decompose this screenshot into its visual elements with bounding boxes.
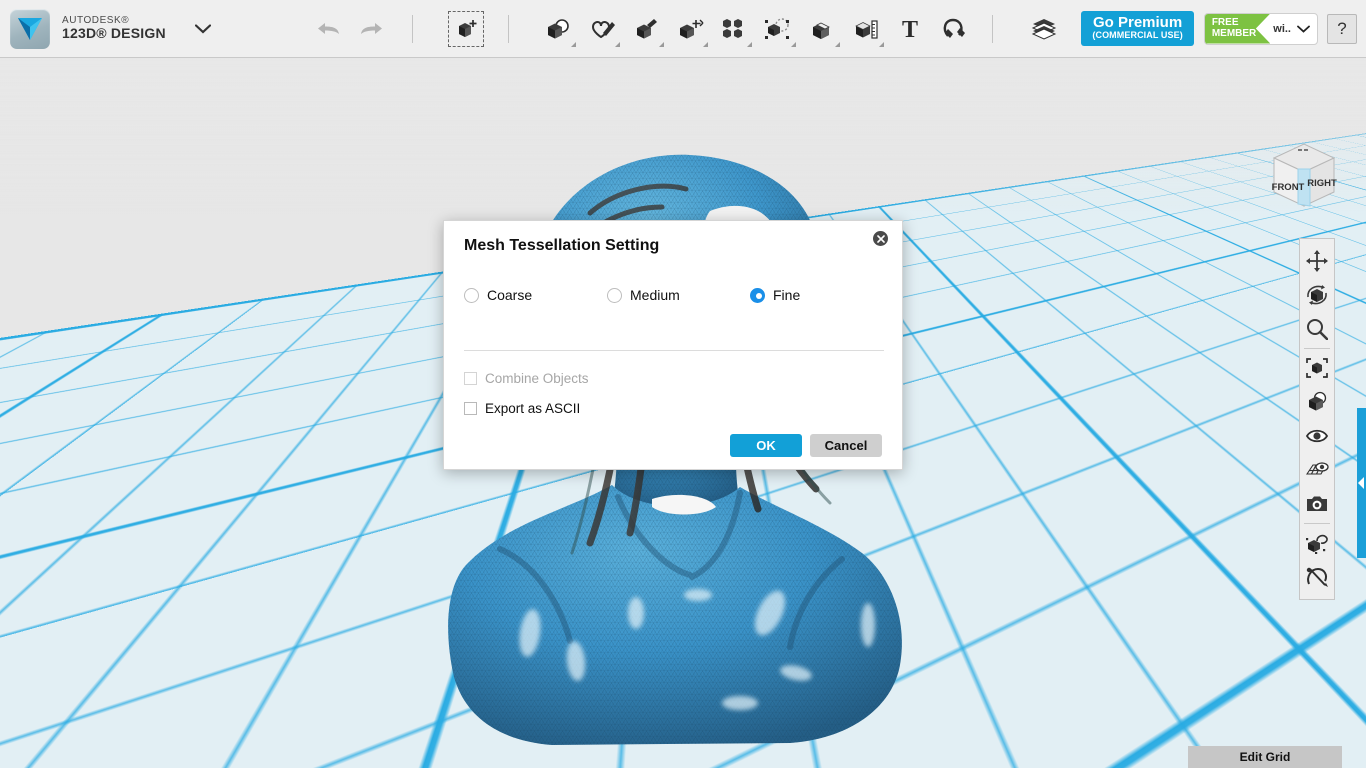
redo-button[interactable] <box>350 7 394 51</box>
autodesk-logo-icon <box>10 8 50 49</box>
radio-indicator <box>464 287 479 303</box>
combine-tool-button[interactable] <box>800 7 844 51</box>
construct-tool-button[interactable] <box>624 7 668 51</box>
viewcube-right-label: RIGHT <box>1307 178 1337 189</box>
username-label: wi.. <box>1273 22 1291 35</box>
view-cube[interactable]: FRONT RIGHT <box>1262 136 1346 218</box>
brand-area: AUTODESK® 123D® DESIGN <box>0 8 214 49</box>
checkbox-export-as-ascii[interactable]: Export as ASCII <box>464 401 580 416</box>
radio-indicator-selected <box>750 287 765 303</box>
modeling-tool-group: T <box>536 7 976 51</box>
account-menu[interactable]: FREE MEMBER wi.. <box>1203 12 1318 45</box>
history-group <box>306 7 394 51</box>
flyout-indicator-icon <box>614 41 620 47</box>
camera-tool-button[interactable] <box>1300 487 1334 521</box>
visual-style-tool-button[interactable] <box>1300 385 1334 419</box>
toolbar-divider <box>411 14 413 43</box>
toolbar-divider-2 <box>1304 523 1330 524</box>
dialog-button-row: OK Cancel <box>730 434 882 457</box>
help-label: ? <box>1337 18 1347 38</box>
pattern-tool-button[interactable] <box>712 7 756 51</box>
svg-text:T: T <box>902 17 918 41</box>
measure-tool-button[interactable] <box>844 7 888 51</box>
checkbox-indicator <box>464 372 477 385</box>
chevron-down-icon[interactable] <box>192 18 214 40</box>
toolbar-divider-2 <box>507 14 509 43</box>
brand-product-label: 123D® DESIGN <box>62 25 166 42</box>
grid-controls: Edit Grid 1 Linear Snap 1 Angular Snap <box>1188 746 1342 768</box>
chevron-down-icon[interactable] <box>1295 20 1317 38</box>
checkbox-indicator <box>464 402 477 415</box>
radio-option-coarse[interactable]: Coarse <box>464 287 607 303</box>
checkbox-combine-objects[interactable]: Combine Objects <box>464 371 589 386</box>
flyout-indicator-icon <box>834 41 840 47</box>
pan-tool-button[interactable] <box>1300 244 1334 278</box>
visibility-tool-button[interactable] <box>1300 419 1334 453</box>
checkbox-label: Combine Objects <box>485 371 589 386</box>
viewcube-front-label: FRONT <box>1272 182 1305 193</box>
grouping-tool-button[interactable] <box>756 7 800 51</box>
sketch-tool-button[interactable] <box>580 7 624 51</box>
transform-tool-button[interactable] <box>444 7 488 51</box>
radio-label: Coarse <box>487 287 533 303</box>
mesh-tessellation-dialog: Mesh Tessellation Setting Coarse Medium … <box>443 220 903 470</box>
radio-label: Fine <box>773 287 801 303</box>
cancel-button[interactable]: Cancel <box>810 434 882 457</box>
dialog-title: Mesh Tessellation Setting <box>464 237 660 254</box>
membership-badge: FREE MEMBER <box>1204 13 1271 44</box>
effects-tool-button[interactable] <box>1300 560 1334 594</box>
radio-option-fine[interactable]: Fine <box>750 287 800 303</box>
selection-marquee-icon <box>447 10 484 47</box>
primitives-tool-button[interactable] <box>536 7 580 51</box>
tessellation-quality-group: Coarse Medium Fine <box>464 287 884 303</box>
zoom-tool-button[interactable] <box>1300 312 1334 346</box>
material-tool-button[interactable] <box>1022 7 1066 51</box>
orbit-tool-button[interactable] <box>1300 278 1334 312</box>
toolbar-divider-3 <box>991 14 993 43</box>
flyout-indicator-icon <box>746 41 752 47</box>
flyout-indicator-icon <box>790 41 796 47</box>
membership-tier-line1: FREE <box>1211 17 1239 28</box>
flyout-indicator-icon <box>570 41 576 47</box>
undo-button[interactable] <box>306 7 350 51</box>
radio-label: Medium <box>630 287 680 303</box>
radio-indicator <box>607 287 622 303</box>
help-button[interactable]: ? <box>1327 13 1357 44</box>
flyout-indicator-icon <box>702 41 708 47</box>
radio-option-medium[interactable]: Medium <box>607 287 750 303</box>
go-premium-title: Go Premium <box>1093 13 1183 31</box>
dialog-divider <box>464 350 884 351</box>
flyout-indicator-icon <box>658 41 664 47</box>
go-premium-subtitle: (COMMERCIAL USE) <box>1092 30 1183 41</box>
application-toolbar: AUTODESK® 123D® DESIGN T Go Premium (COM… <box>0 0 1366 58</box>
edit-grid-button[interactable]: Edit Grid <box>1188 746 1342 768</box>
text-tool-button[interactable]: T <box>888 7 932 51</box>
fit-tool-button[interactable] <box>1300 351 1334 385</box>
membership-tier-line2: MEMBER <box>1211 27 1257 39</box>
go-premium-button[interactable]: Go Premium (COMMERCIAL USE) <box>1081 10 1194 47</box>
close-icon[interactable] <box>873 231 888 246</box>
snap-tool-button[interactable] <box>932 7 976 51</box>
ok-button[interactable]: OK <box>730 434 802 457</box>
view-navigation-toolbar <box>1299 238 1335 600</box>
flyout-indicator-icon <box>878 41 884 47</box>
material-view-tool-button[interactable] <box>1300 526 1334 560</box>
modify-tool-button[interactable] <box>668 7 712 51</box>
checkbox-label: Export as ASCII <box>485 401 581 416</box>
grid-visibility-tool-button[interactable] <box>1300 453 1334 487</box>
panel-collapse-tab[interactable] <box>1357 408 1366 558</box>
toolbar-divider <box>1304 348 1330 349</box>
